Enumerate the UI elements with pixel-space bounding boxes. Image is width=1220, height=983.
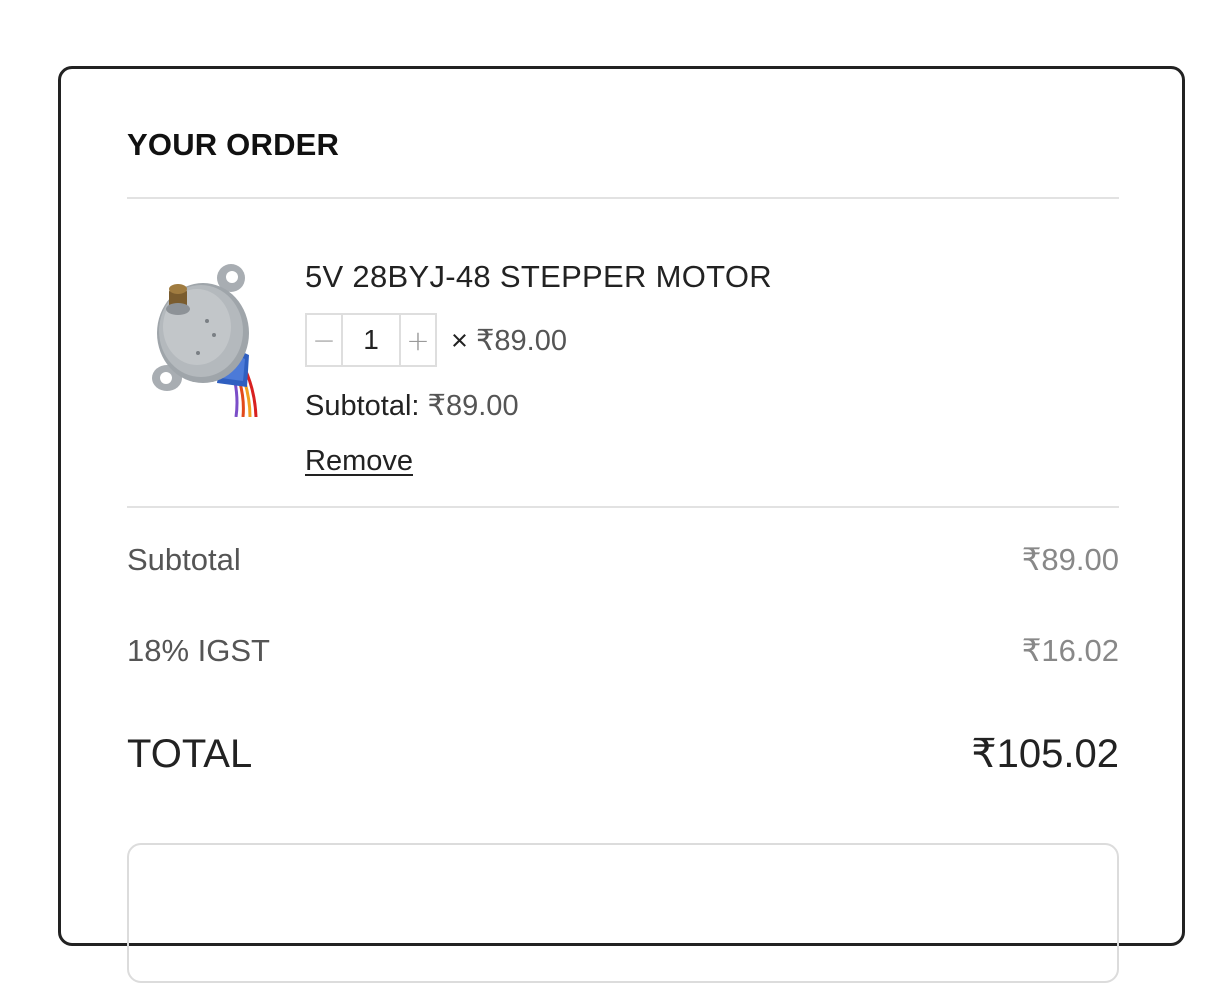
divider [127, 197, 1119, 199]
summary-tax-row: 18% IGST ₹16.02 [127, 633, 1119, 669]
order-card: YOUR ORDER 5V 28BYJ-48 STEPPER MOTOR − 1… [58, 66, 1185, 983]
line-subtotal-label: Subtotal: [305, 390, 420, 422]
line-subtotal: Subtotal: ₹89.00 [305, 388, 519, 423]
quantity-input[interactable]: 1 [341, 315, 401, 365]
summary-total-value: ₹105.02 [971, 732, 1119, 776]
summary-subtotal-value: ₹89.00 [1021, 542, 1119, 577]
quantity-stepper: − 1 + [305, 313, 437, 367]
summary-subtotal-row: Subtotal ₹89.00 [127, 542, 1119, 578]
unit-price-row: × ₹89.00 [451, 323, 567, 358]
plus-icon[interactable]: + [401, 315, 435, 365]
summary-total-label: TOTAL [127, 732, 253, 776]
unit-price: ₹89.00 [475, 325, 567, 357]
times-symbol: × [451, 325, 468, 357]
order-title: YOUR ORDER [127, 127, 340, 162]
minus-icon[interactable]: − [307, 315, 341, 365]
divider [127, 506, 1119, 508]
product-name[interactable]: 5V 28BYJ-48 STEPPER MOTOR [305, 259, 772, 295]
summary-total-row: TOTAL ₹105.02 [127, 731, 1119, 777]
summary-subtotal-label: Subtotal [127, 542, 241, 577]
payment-section-box [127, 843, 1119, 983]
summary-tax-value: ₹16.02 [1021, 633, 1119, 668]
line-subtotal-value: ₹89.00 [427, 390, 519, 422]
remove-link[interactable]: Remove [305, 445, 413, 478]
stepper-motor-image [151, 261, 261, 418]
summary-tax-label: 18% IGST [127, 633, 270, 668]
